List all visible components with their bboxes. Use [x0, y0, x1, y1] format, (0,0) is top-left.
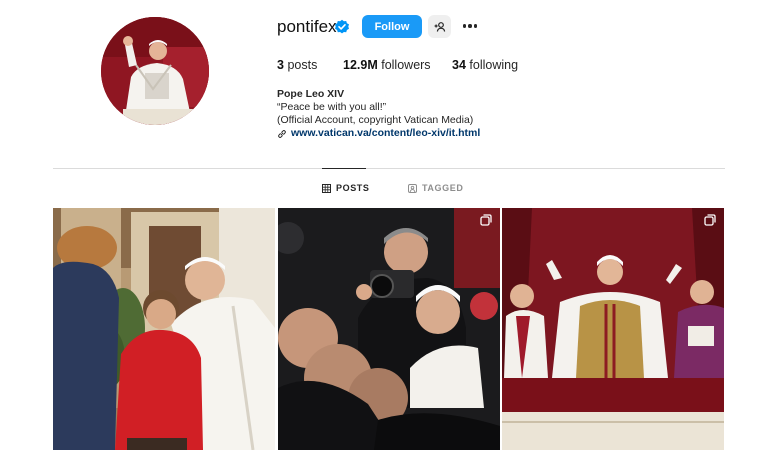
multiple-images-icon: [480, 214, 492, 226]
post-3-image: [502, 208, 724, 450]
profile-bio: Pope Leo XIV “Peace be with you all!” (O…: [277, 88, 480, 140]
followers-label: followers: [381, 58, 431, 72]
post-tile-1[interactable]: [53, 208, 275, 450]
bio-name: Pope Leo XIV: [277, 88, 345, 100]
following-stat[interactable]: 34 following: [452, 58, 518, 72]
profile-username: pontifex: [277, 17, 337, 36]
tagged-icon: [408, 183, 417, 193]
verified-badge-icon: [335, 19, 349, 34]
profile-avatar[interactable]: [101, 17, 209, 125]
posts-label: posts: [287, 58, 318, 72]
post-tile-3[interactable]: [502, 208, 724, 450]
follow-button[interactable]: Follow: [362, 15, 422, 38]
grid-icon: [322, 183, 331, 193]
followers-count: 12.9M: [343, 58, 378, 72]
link-icon: [278, 129, 286, 138]
tab-posts-label: POSTS: [336, 183, 370, 193]
more-options-icon: [462, 24, 467, 28]
add-person-icon: [434, 21, 445, 32]
tab-tagged[interactable]: TAGGED: [408, 183, 463, 193]
tabs-divider: [53, 168, 725, 169]
tab-posts[interactable]: POSTS: [322, 183, 370, 193]
following-count: 34: [452, 58, 466, 72]
bio-link-text: www.vatican.va/content/leo-xiv/it.html: [291, 127, 481, 139]
bio-line-1: “Peace be with you all!”: [277, 101, 387, 113]
suggested-accounts-button[interactable]: [428, 15, 451, 38]
post-2-image: [278, 208, 500, 450]
tab-tagged-label: TAGGED: [422, 183, 464, 193]
active-tab-indicator: [322, 168, 366, 169]
post-1-image: [53, 208, 275, 450]
bio-line-2: (Official Account, copyright Vatican Med…: [277, 114, 474, 126]
more-options-button[interactable]: [460, 17, 480, 35]
bio-link[interactable]: www.vatican.va/content/leo-xiv/it.html: [277, 127, 480, 140]
multiple-images-icon: [704, 214, 716, 226]
followers-stat[interactable]: 12.9M followers: [343, 58, 431, 72]
following-label: following: [469, 58, 519, 72]
posts-count-stat: 3 posts: [277, 58, 317, 72]
posts-count: 3: [277, 58, 284, 72]
post-tile-2[interactable]: [278, 208, 500, 450]
